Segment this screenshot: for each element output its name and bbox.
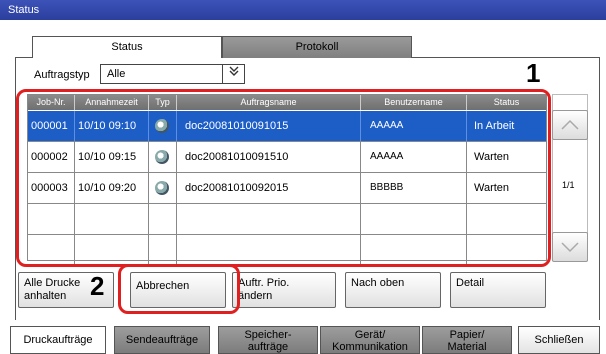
callout-frame-job-list <box>16 89 551 267</box>
detail-button[interactable]: Detail <box>450 272 546 308</box>
scroll-up-button[interactable] <box>552 110 588 140</box>
window-title: Status <box>0 0 606 20</box>
tab-label-line: aufträge <box>247 341 289 353</box>
tab-status[interactable]: Status <box>32 36 222 58</box>
callout-frame-cancel <box>118 264 240 314</box>
callout-number-1: 1 <box>526 58 541 88</box>
tab-paper-supplies[interactable]: Papier/ Material <box>422 326 512 354</box>
close-button[interactable]: Schließen <box>518 326 600 354</box>
chevron-down-icon <box>561 242 579 253</box>
move-to-top-button[interactable]: Nach oben <box>345 272 441 308</box>
tab-storage-jobs[interactable]: Speicher- aufträge <box>218 326 318 354</box>
job-type-label: Auftragstyp <box>34 69 90 81</box>
callout-number-2: 2 <box>90 271 105 301</box>
button-label-line: ändern <box>238 290 273 302</box>
tab-label-line: Kommunikation <box>332 341 408 353</box>
tab-device-communication[interactable]: Gerät/ Kommunikation <box>320 326 420 354</box>
scroll-down-button[interactable] <box>552 232 588 262</box>
tab-label-line: Material <box>447 341 487 353</box>
page-indicator: 1/1 <box>562 180 575 190</box>
tab-label-line: Papier/ <box>449 329 485 341</box>
change-priority-button[interactable]: Auftr. Prio. ändern <box>232 272 336 308</box>
job-type-value: Alle <box>107 68 126 80</box>
tab-print-jobs[interactable]: Druckaufträge <box>10 326 106 354</box>
chevron-up-icon <box>561 119 579 130</box>
tab-protokoll[interactable]: Protokoll <box>222 36 412 58</box>
button-label-line: Auftr. Prio. <box>238 277 290 289</box>
tab-send-jobs[interactable]: Sendeaufträge <box>114 326 210 354</box>
tab-label-line: Speicher- <box>244 329 292 341</box>
chevron-double-down-icon[interactable] <box>222 65 244 83</box>
tab-label-line: Gerät/ <box>354 329 386 341</box>
job-type-select[interactable]: Alle <box>100 64 245 84</box>
